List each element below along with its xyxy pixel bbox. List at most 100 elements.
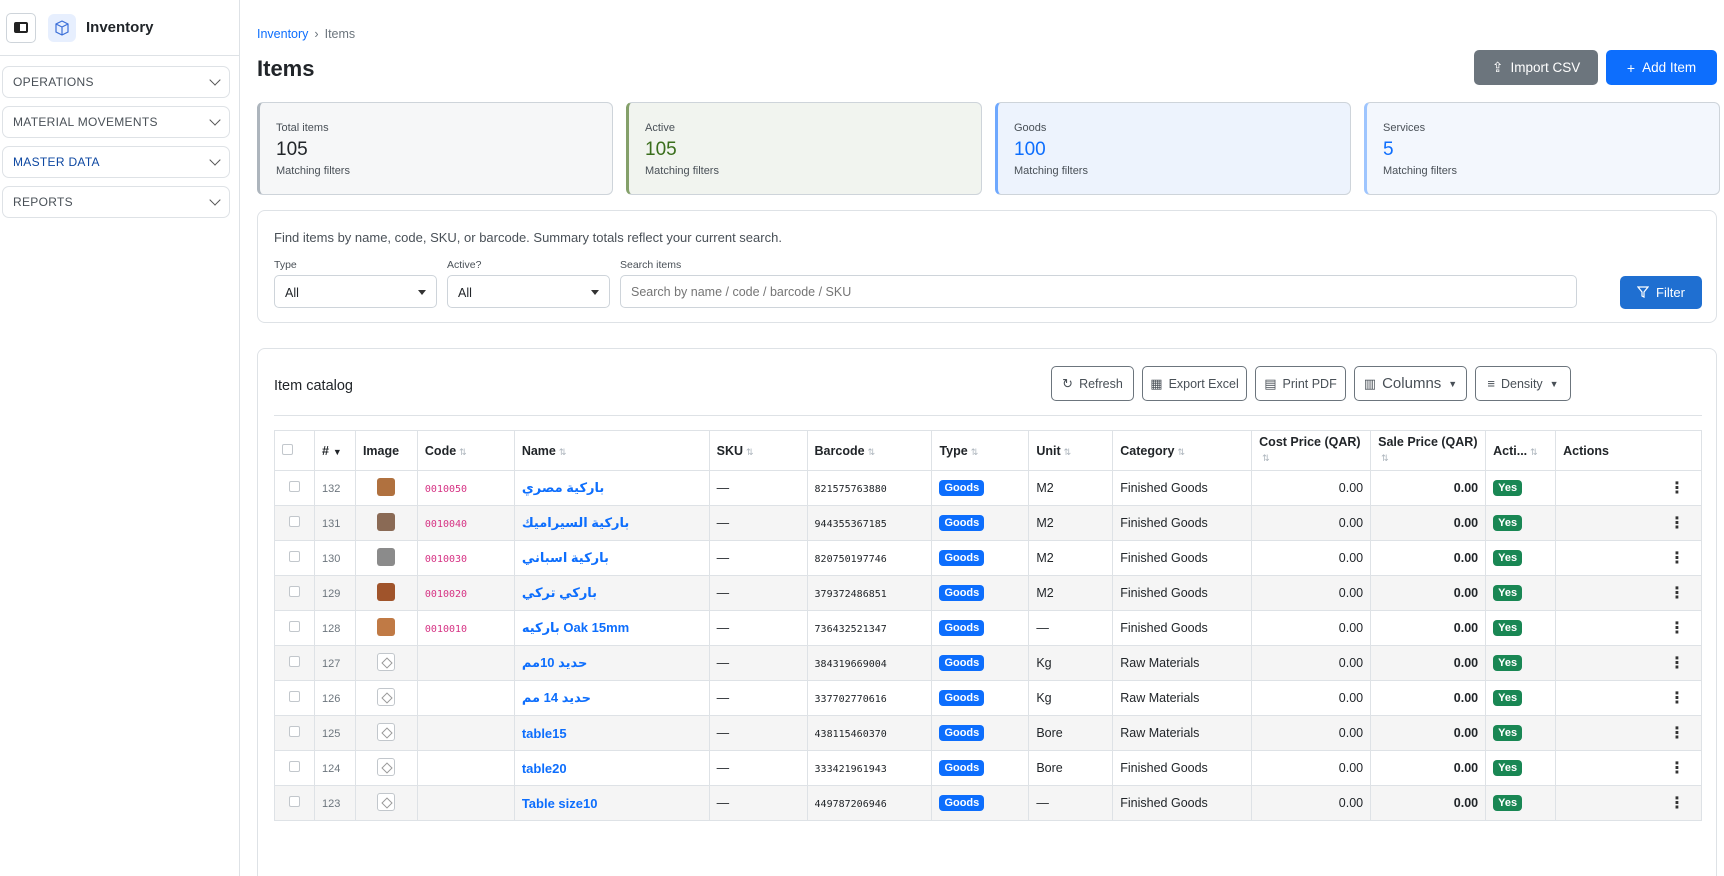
active-badge: Yes [1493, 655, 1523, 671]
col-header-code[interactable]: Code ⇅ [416, 430, 515, 471]
table-row[interactable]: 128 0010010 باركيه Oak 15mm — 7364325213… [274, 610, 1702, 646]
table-row[interactable]: 132 0010050 باركية مصري — 821575763880 G… [274, 470, 1702, 506]
row-checkbox-cell[interactable] [274, 645, 315, 681]
item-name-link[interactable]: باركية اسباني [522, 550, 609, 565]
row-checkbox[interactable] [288, 726, 300, 737]
col-header-sale[interactable]: Sale Price (QAR) ⇅ [1370, 430, 1487, 471]
col-header-name[interactable]: Name ⇅ [513, 430, 710, 471]
row-checkbox[interactable] [288, 586, 300, 597]
columns-dropdown[interactable]: ▥ Columns ▼ [1354, 366, 1467, 401]
table-row[interactable]: 126 حديد 14 مم — 337702770616 Goods Kg R… [274, 680, 1702, 716]
sidebar-toggle-button[interactable] [6, 12, 36, 43]
col-header-cost[interactable]: Cost Price (QAR) ⇅ [1251, 430, 1372, 471]
item-name-link[interactable]: باركية مصري [522, 480, 604, 495]
item-name-link[interactable]: باركيه Oak 15mm [522, 620, 629, 635]
row-checkbox[interactable] [288, 691, 300, 702]
image-cell [354, 540, 418, 576]
card-sub: Matching filters [1383, 165, 1457, 177]
row-checkbox-cell[interactable] [274, 540, 315, 576]
main-content: Inventory › Items Items ⇪ Import CSV + Add… [241, 0, 1724, 876]
card-value: 105 [645, 139, 677, 160]
sidebar-item-operations[interactable]: OPERATIONS [2, 66, 230, 98]
select-all-checkbox[interactable] [282, 443, 293, 455]
active-badge: Yes [1493, 480, 1523, 496]
row-checkbox[interactable] [288, 481, 300, 492]
col-header-type[interactable]: Type ⇅ [931, 430, 1030, 471]
row-checkbox-cell[interactable] [274, 750, 315, 786]
add-item-button[interactable]: + Add Item [1606, 50, 1717, 85]
export-excel-button[interactable]: ▦ Export Excel [1142, 366, 1247, 401]
item-barcode: 736432521347 [814, 624, 887, 635]
funnel-icon [1636, 285, 1650, 301]
header-label: Category [1120, 443, 1175, 458]
active-badge: Yes [1493, 690, 1523, 706]
col-header-barcode[interactable]: Barcode ⇅ [806, 430, 933, 471]
filter-button-label: Filter [1656, 285, 1685, 300]
row-checkbox[interactable] [288, 656, 300, 667]
row-checkbox[interactable] [288, 551, 300, 562]
filter-button[interactable]: Filter [1620, 276, 1702, 309]
more-actions-icon[interactable]: ⋮ [1669, 795, 1685, 812]
cost-price: 0.00 [1338, 516, 1364, 530]
row-checkbox-cell[interactable] [274, 715, 315, 751]
table-row[interactable]: 130 0010030 باركية اسباني — 820750197746… [274, 540, 1702, 576]
row-checkbox-cell[interactable] [274, 505, 315, 541]
table-row[interactable]: 127 حديد 10مم — 384319669004 Goods Kg Ra… [274, 645, 1702, 681]
print-pdf-button[interactable]: ▤ Print PDF [1255, 366, 1346, 401]
density-dropdown[interactable]: ≡ Density ▼ [1475, 366, 1571, 401]
type-select[interactable]: All [274, 275, 437, 308]
row-checkbox[interactable] [288, 761, 300, 772]
item-name-link[interactable]: table20 [522, 761, 567, 776]
search-input[interactable] [620, 275, 1577, 308]
col-header-unit[interactable]: Unit ⇅ [1028, 430, 1114, 471]
breadcrumb-separator: › [314, 27, 319, 41]
sidebar-item-master-data[interactable]: MASTER DATA [2, 146, 230, 178]
breadcrumb-link-inventory[interactable]: Inventory [257, 27, 308, 41]
row-checkbox[interactable] [288, 516, 300, 527]
cost-price: 0.00 [1338, 481, 1364, 495]
more-actions-icon[interactable]: ⋮ [1669, 760, 1685, 777]
row-checkbox-cell[interactable] [274, 575, 315, 611]
table-row[interactable]: 125 table15 — 438115460370 Goods Bore Ra… [274, 715, 1702, 751]
col-header-num[interactable]: # ▼ [313, 430, 356, 471]
row-checkbox-cell[interactable] [274, 610, 315, 646]
table-row[interactable]: 131 0010040 باركية السيراميك — 944355367… [274, 505, 1702, 541]
row-checkbox[interactable] [288, 621, 300, 632]
more-actions-icon[interactable]: ⋮ [1669, 655, 1685, 672]
active-select[interactable]: All [447, 275, 610, 308]
caret-down-icon [591, 290, 599, 295]
import-csv-button[interactable]: ⇪ Import CSV [1474, 50, 1598, 85]
col-header-active[interactable]: Acti... ⇅ [1485, 430, 1557, 471]
item-name-link[interactable]: حديد 10مم [522, 655, 588, 670]
row-number: 131 [321, 518, 341, 530]
more-actions-icon[interactable]: ⋮ [1669, 480, 1685, 497]
row-checkbox-cell[interactable] [274, 785, 315, 821]
table-row[interactable]: 129 0010020 باركي تركي — 379372486851 Go… [274, 575, 1702, 611]
item-category: Raw Materials [1120, 691, 1200, 705]
select-all-checkbox-cell[interactable] [274, 430, 315, 471]
col-header-sku[interactable]: SKU ⇅ [708, 430, 808, 471]
row-checkbox-cell[interactable] [274, 680, 315, 716]
item-name-link[interactable]: Table size10 [522, 796, 598, 811]
refresh-button[interactable]: ↻ Refresh [1051, 366, 1134, 401]
sidebar-item-reports[interactable]: REPORTS [2, 186, 230, 218]
more-actions-icon[interactable]: ⋮ [1669, 515, 1685, 532]
item-sku: — [716, 481, 730, 495]
more-actions-icon[interactable]: ⋮ [1669, 620, 1685, 637]
sale-price: 0.00 [1453, 481, 1479, 495]
table-row[interactable]: 123 Table size10 — 449787206946 Goods — … [274, 785, 1702, 821]
item-name-link[interactable]: حديد 14 مم [522, 690, 591, 705]
more-actions-icon[interactable]: ⋮ [1669, 690, 1685, 707]
table-row[interactable]: 124 table20 — 333421961943 Goods Bore Fi… [274, 750, 1702, 786]
item-name-link[interactable]: باركي تركي [522, 585, 597, 600]
col-header-category[interactable]: Category ⇅ [1112, 430, 1253, 471]
item-name-link[interactable]: table15 [522, 726, 567, 741]
more-actions-icon[interactable]: ⋮ [1669, 725, 1685, 742]
more-actions-icon[interactable]: ⋮ [1669, 585, 1685, 602]
more-actions-icon[interactable]: ⋮ [1669, 550, 1685, 567]
row-checkbox[interactable] [288, 796, 300, 807]
item-name-link[interactable]: باركية السيراميك [522, 515, 630, 530]
item-unit: M2 [1036, 481, 1054, 495]
sidebar-item-material-movements[interactable]: MATERIAL MOVEMENTS [2, 106, 230, 138]
row-checkbox-cell[interactable] [274, 470, 315, 506]
